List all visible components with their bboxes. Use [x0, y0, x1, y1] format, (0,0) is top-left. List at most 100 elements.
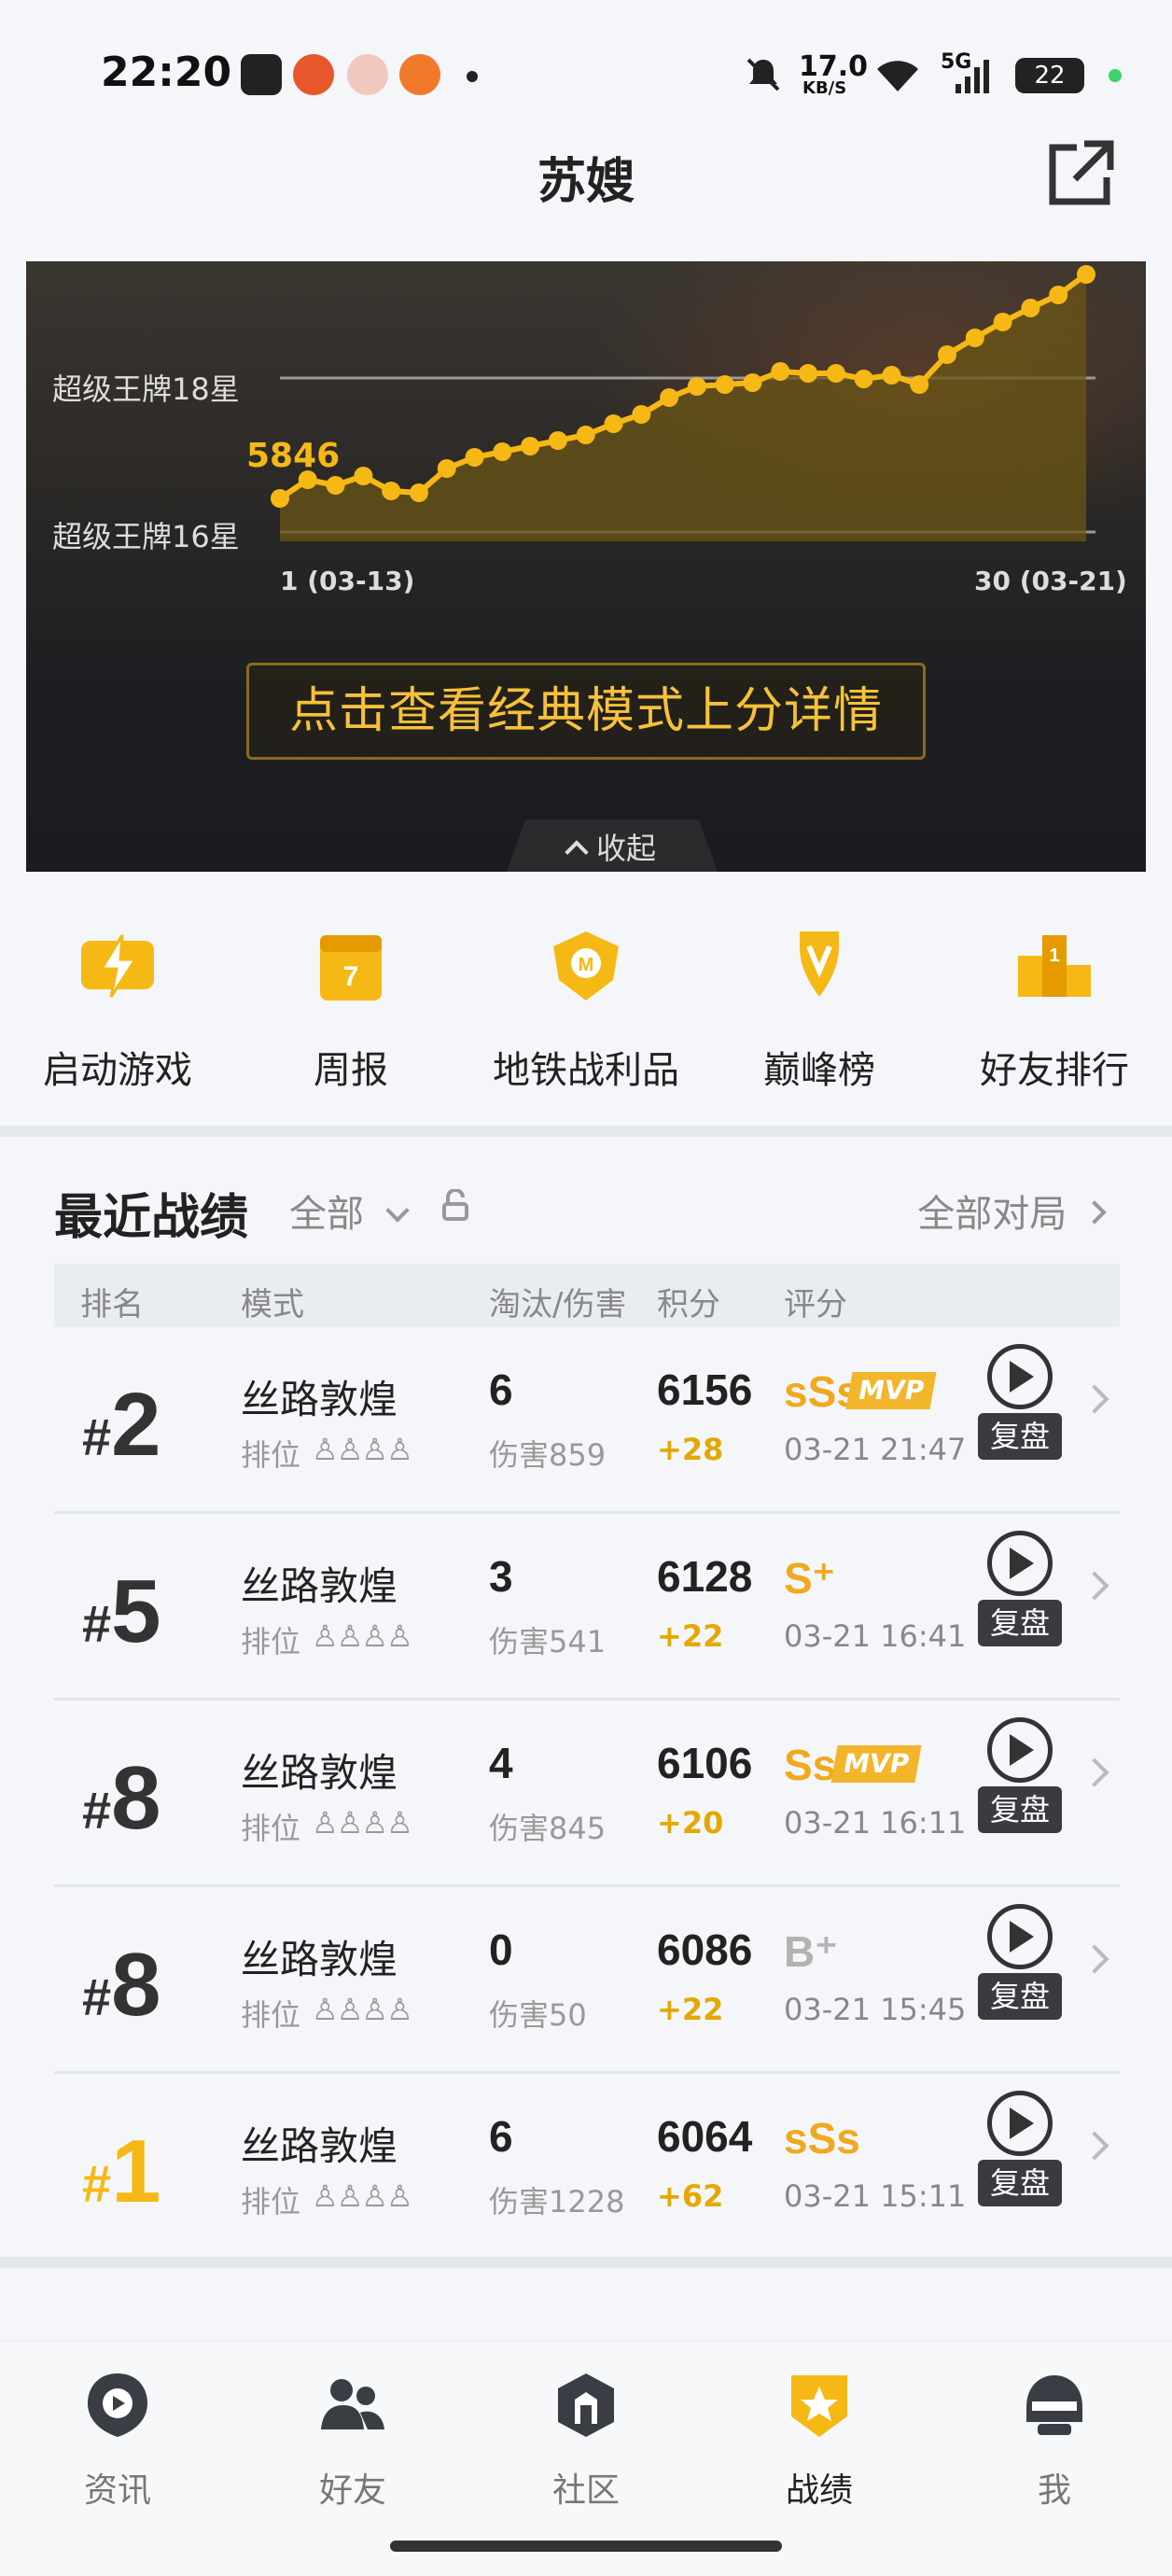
- damage: 伤害541: [489, 1624, 607, 1659]
- damage: 伤害1228: [489, 2184, 625, 2219]
- chart-point: [854, 370, 873, 388]
- all-matches-label: 全部对局: [917, 1193, 1067, 1236]
- lock-icon[interactable]: [440, 1189, 470, 1223]
- tab-friends[interactable]: 好友: [278, 2370, 427, 2512]
- match-type: 排位: [241, 2184, 301, 2219]
- tab-me[interactable]: 我: [980, 2370, 1129, 2512]
- svg-text:7: 7: [343, 961, 359, 992]
- match-row[interactable]: #2 丝路敦煌 排位 ♙♙♙♙ 6 伤害859 6156 +28 sSs MVP…: [54, 1327, 1120, 1514]
- chart-point: [604, 414, 623, 433]
- match-type: 排位: [241, 1997, 301, 2033]
- shortcut-bar: 启动游戏 7 周报 M 地铁战利品 巅峰榜 1 好友排行: [0, 872, 1172, 1126]
- column-header: 评分: [784, 1286, 847, 1323]
- tab-records[interactable]: 战绩: [745, 2370, 894, 2512]
- chart-area: [280, 274, 1086, 541]
- news-icon: [88, 2373, 147, 2437]
- kills: 6: [489, 1365, 513, 1414]
- red-app-icon: [399, 54, 440, 95]
- svg-text:M: M: [579, 955, 594, 975]
- tab-label: 战绩: [785, 2471, 853, 2510]
- tab-news[interactable]: 资讯: [43, 2370, 192, 2512]
- trophy-icon: [800, 931, 839, 997]
- match-row[interactable]: #5 丝路敦煌 排位 ♙♙♙♙ 3 伤害541 6128 +22 S⁺ 03-2…: [54, 1514, 1120, 1701]
- notification-dot-icon: [467, 71, 478, 82]
- shortcut-label: 好友排行: [980, 1049, 1129, 1092]
- shortcut-peak-ranking[interactable]: 巅峰榜: [707, 928, 931, 1094]
- column-header: 模式: [241, 1286, 304, 1323]
- classic-mode-detail-button[interactable]: 点击查看经典模式上分详情: [246, 663, 926, 760]
- wifi-icon: [877, 61, 918, 91]
- grade: Ss: [784, 1741, 837, 1789]
- svg-text:1: 1: [1049, 945, 1059, 966]
- shortcut-friend-ranking[interactable]: 1 好友排行: [942, 928, 1166, 1094]
- chart-point: [465, 448, 484, 467]
- score: 6086: [657, 1925, 753, 1974]
- record-badge-icon: [791, 2375, 847, 2437]
- score-delta: +22: [657, 1992, 724, 2027]
- chart-point: [382, 482, 401, 500]
- match-time: 03-21 15:11: [784, 2178, 967, 2214]
- chart-point: [1021, 299, 1040, 317]
- chart-point: [993, 313, 1012, 331]
- chevron-right-icon: [1080, 2131, 1109, 2161]
- friends-icon: [321, 2379, 384, 2429]
- signal-bars-icon: [956, 60, 989, 93]
- column-header: 积分: [657, 1286, 720, 1323]
- chart-point: [715, 375, 734, 394]
- section-divider: [0, 2257, 1172, 2268]
- match-type: 排位: [241, 1624, 301, 1659]
- match-row[interactable]: #8 丝路敦煌 排位 ♙♙♙♙ 4 伤害845 6106 +20 Ss MVP …: [54, 1701, 1120, 1887]
- rank-chart-card: 超级王牌18星 超级王牌16星 5846 1 (03-13) 30 (03-21…: [26, 261, 1146, 877]
- chart-point: [687, 377, 706, 396]
- share-icon[interactable]: [1043, 136, 1118, 211]
- score: 6128: [657, 1552, 753, 1601]
- match-time: 03-21 15:45: [784, 1992, 967, 2027]
- match-time: 03-21 16:41: [784, 1618, 967, 1654]
- match-time: 03-21 21:47: [784, 1432, 967, 1467]
- replay-button[interactable]: 复盘: [978, 1531, 1062, 1661]
- tab-label: 我: [1037, 2471, 1071, 2510]
- chart-point: [632, 405, 651, 424]
- chevron-right-icon: [1082, 1200, 1107, 1225]
- replay-button[interactable]: 复盘: [978, 1904, 1062, 2035]
- score-delta: +22: [657, 1618, 724, 1654]
- mode-filter-dropdown[interactable]: 全部: [289, 1183, 410, 1238]
- squad-icon: ♙♙♙♙: [312, 1432, 413, 1467]
- tab-community[interactable]: 社区: [511, 2370, 661, 2512]
- chevron-right-icon: [1080, 1571, 1109, 1601]
- chart-point: [743, 373, 762, 392]
- chart-point: [326, 476, 345, 495]
- metro-badge-icon: M: [553, 931, 619, 1001]
- shortcut-launch-game[interactable]: 启动游戏: [6, 928, 230, 1094]
- section-divider: [0, 1126, 1172, 1137]
- replay-button[interactable]: 复盘: [978, 2091, 1062, 2221]
- rank: #2: [82, 1375, 161, 1475]
- chart-point: [409, 483, 428, 502]
- chart-point: [576, 426, 595, 444]
- chart-point: [1077, 265, 1095, 284]
- chart-point: [437, 459, 456, 478]
- replay-button[interactable]: 复盘: [978, 1344, 1062, 1475]
- map-name: 丝路敦煌: [241, 1937, 398, 1982]
- match-row[interactable]: #8 丝路敦煌 排位 ♙♙♙♙ 0 伤害50 6086 +22 B⁺ 03-21…: [54, 1887, 1120, 2074]
- grade: sSs: [784, 2114, 860, 2163]
- chevron-right-icon: [1080, 1384, 1109, 1414]
- shortcut-label: 启动游戏: [43, 1049, 192, 1092]
- recent-matches: 最近战绩 全部 全部对局 排名 模式 淘汰/伤害 积分 评分 #2 丝路敦煌 排…: [0, 1137, 1172, 2257]
- home-indicator[interactable]: [390, 2541, 782, 2552]
- kills: 4: [489, 1739, 513, 1787]
- shortcut-weekly-report[interactable]: 7 周报: [239, 928, 463, 1094]
- chevron-right-icon: [1080, 1757, 1109, 1787]
- replay-button[interactable]: 复盘: [978, 1717, 1062, 1848]
- match-row[interactable]: #1 丝路敦煌 排位 ♙♙♙♙ 6 伤害1228 6064 +62 sSs 03…: [54, 2074, 1120, 2261]
- mvp-badge: MVP: [830, 1745, 922, 1783]
- chevron-up-icon: [565, 840, 589, 864]
- squad-icon: ♙♙♙♙: [312, 2178, 413, 2214]
- match-type: 排位: [241, 1811, 301, 1846]
- all-matches-link[interactable]: 全部对局: [917, 1183, 1107, 1238]
- collapse-button[interactable]: 收起: [504, 819, 720, 877]
- chart-x-start: 1 (03-13): [280, 566, 415, 596]
- tab-label: 好友: [318, 2471, 386, 2510]
- shortcut-metro-loot[interactable]: M 地铁战利品: [474, 928, 698, 1094]
- score: 6064: [657, 2112, 753, 2161]
